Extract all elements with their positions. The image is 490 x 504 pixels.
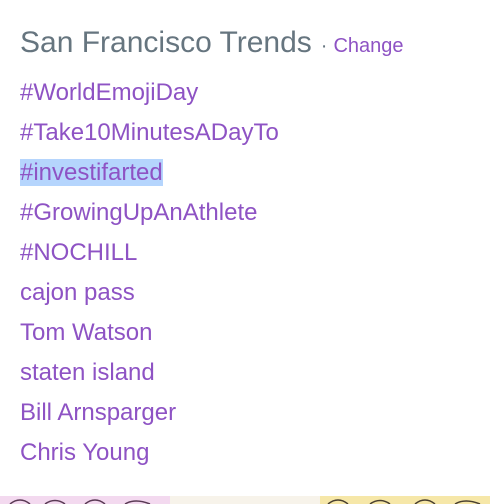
trend-item: Tom Watson bbox=[20, 313, 279, 353]
trend-item: #NOCHILL bbox=[20, 233, 279, 273]
trend-link[interactable]: cajon pass bbox=[20, 279, 135, 306]
change-location-link[interactable]: Change bbox=[333, 35, 403, 58]
trend-link[interactable]: #Take10MinutesADayTo bbox=[20, 119, 279, 146]
trend-item: #WorldEmojiDay bbox=[20, 73, 279, 113]
trend-link[interactable]: #WorldEmojiDay bbox=[20, 79, 198, 106]
yellow-doodle-decoration bbox=[320, 496, 490, 504]
pink-doodle-decoration bbox=[0, 496, 170, 504]
trends-list: #WorldEmojiDay #Take10MinutesADayTo #inv… bbox=[20, 73, 279, 473]
trend-link[interactable]: #GrowingUpAnAthlete bbox=[20, 199, 257, 226]
trend-item: staten island bbox=[20, 353, 279, 393]
trend-link[interactable]: Chris Young bbox=[20, 439, 149, 466]
trend-item: Bill Arnsparger bbox=[20, 393, 279, 433]
trend-item: #Take10MinutesADayTo bbox=[20, 113, 279, 153]
trend-link[interactable]: Bill Arnsparger bbox=[20, 399, 176, 426]
trend-item: Chris Young bbox=[20, 433, 279, 473]
trends-header: San Francisco Trends · Change bbox=[20, 26, 404, 66]
trend-link-selected[interactable]: #investifarted bbox=[20, 159, 163, 186]
trend-item: #GrowingUpAnAthlete bbox=[20, 193, 279, 233]
trends-module: San Francisco Trends · Change #WorldEmoj… bbox=[0, 0, 490, 496]
background-illustration-strip bbox=[0, 496, 490, 504]
header-separator: · bbox=[320, 35, 328, 57]
trend-link[interactable]: #NOCHILL bbox=[20, 239, 137, 266]
trends-title: San Francisco Trends bbox=[20, 26, 312, 59]
trend-item: #investifarted bbox=[20, 153, 279, 193]
trend-link[interactable]: Tom Watson bbox=[20, 319, 152, 346]
trend-item: cajon pass bbox=[20, 273, 279, 313]
trend-link[interactable]: staten island bbox=[20, 359, 155, 386]
